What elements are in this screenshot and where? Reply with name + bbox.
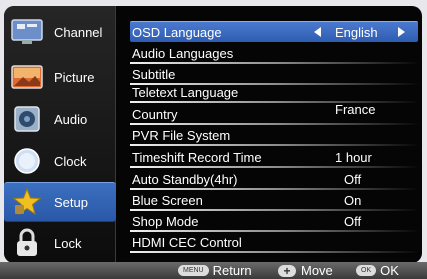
menu-item-hdmi-cec-control[interactable]: HDMI CEC Control <box>130 232 420 253</box>
sidebar-item-label: Audio <box>54 111 88 127</box>
dpad-icon: + <box>278 264 296 278</box>
menu-item-label: Timeshift Record Time <box>132 150 262 165</box>
menu-item-label: PVR File System <box>132 128 231 143</box>
row-divider <box>130 144 420 146</box>
key-hint-bar: MENU Return + Move OK OK <box>0 262 427 279</box>
menu-item-label: Audio Languages <box>132 46 234 61</box>
arrow-left-icon[interactable] <box>314 27 321 37</box>
audio-icon <box>10 105 44 133</box>
menu-item-value: Off <box>344 172 362 187</box>
menu-item-label: HDMI CEC Control <box>132 235 242 250</box>
menu-item-teletext-language[interactable]: Teletext Language <box>130 82 420 103</box>
sidebar-item-lock[interactable]: Lock <box>4 226 116 260</box>
sidebar-item-label: Channel <box>54 24 103 40</box>
menu-item-label: Auto Standby(4hr) <box>132 172 238 187</box>
row-divider <box>130 166 420 168</box>
menu-item-pvr-file-system[interactable]: PVR File System <box>130 125 420 146</box>
menu-item-label: OSD Language <box>132 25 222 40</box>
hint-ok[interactable]: OK OK <box>356 263 399 278</box>
osd-frame: Channel Picture Audio Clock Setup Lock O… <box>4 6 422 263</box>
menu-item-value: English <box>335 25 378 40</box>
settings-menu: OSD Language English Audio Languages Sub… <box>120 6 422 263</box>
menu-item-auto-standby[interactable]: Auto Standby(4hr) Off <box>130 169 420 190</box>
menu-item-label: Teletext Language <box>132 85 239 100</box>
sidebar-item-label: Setup <box>54 194 88 210</box>
hint-label: Move <box>301 263 333 278</box>
sidebar-item-label: Clock <box>54 153 87 169</box>
sidebar-item-channel[interactable]: Channel <box>4 14 116 50</box>
sidebar-item-audio[interactable]: Audio <box>4 102 116 136</box>
setup-icon <box>10 187 44 216</box>
menu-item-label: Subtitle <box>132 67 176 82</box>
ok-key-icon: OK <box>356 265 377 276</box>
menu-item-country[interactable]: Country France <box>130 102 420 125</box>
menu-item-value: 1 hour <box>335 150 372 165</box>
row-divider <box>130 251 420 253</box>
hint-label: OK <box>380 263 399 278</box>
menu-item-value: On <box>344 193 362 208</box>
menu-item-value: Off <box>344 214 362 229</box>
menu-key-icon: MENU <box>178 265 209 276</box>
sidebar: Channel Picture Audio Clock Setup Lock <box>4 6 116 263</box>
sidebar-item-clock[interactable]: Clock <box>4 144 116 178</box>
hint-label: Return <box>212 263 252 278</box>
menu-item-shop-mode[interactable]: Shop Mode Off <box>130 211 420 232</box>
menu-item-label: Blue Screen <box>132 193 203 208</box>
sidebar-item-picture[interactable]: Picture <box>4 60 116 94</box>
arrow-right-icon[interactable] <box>398 27 405 37</box>
lock-icon <box>10 228 44 257</box>
menu-item-label: Shop Mode <box>132 214 199 229</box>
sidebar-item-label: Picture <box>54 69 95 85</box>
menu-item-audio-languages[interactable]: Audio Languages <box>130 43 420 64</box>
sidebar-item-label: Lock <box>54 235 82 251</box>
row-divider <box>130 101 420 103</box>
menu-item-blue-screen[interactable]: Blue Screen On <box>130 190 420 211</box>
menu-item-timeshift-record-time[interactable]: Timeshift Record Time 1 hour <box>130 147 420 168</box>
menu-item-label: Country <box>132 107 178 122</box>
hint-move[interactable]: + Move <box>278 263 333 278</box>
picture-icon <box>10 63 44 91</box>
clock-icon <box>10 147 44 175</box>
hint-return[interactable]: MENU Return <box>178 263 252 278</box>
sidebar-item-setup[interactable]: Setup <box>4 182 116 222</box>
menu-item-osd-language[interactable]: OSD Language English <box>130 21 418 42</box>
menu-item-value: France <box>335 102 376 117</box>
channel-icon <box>10 18 44 46</box>
